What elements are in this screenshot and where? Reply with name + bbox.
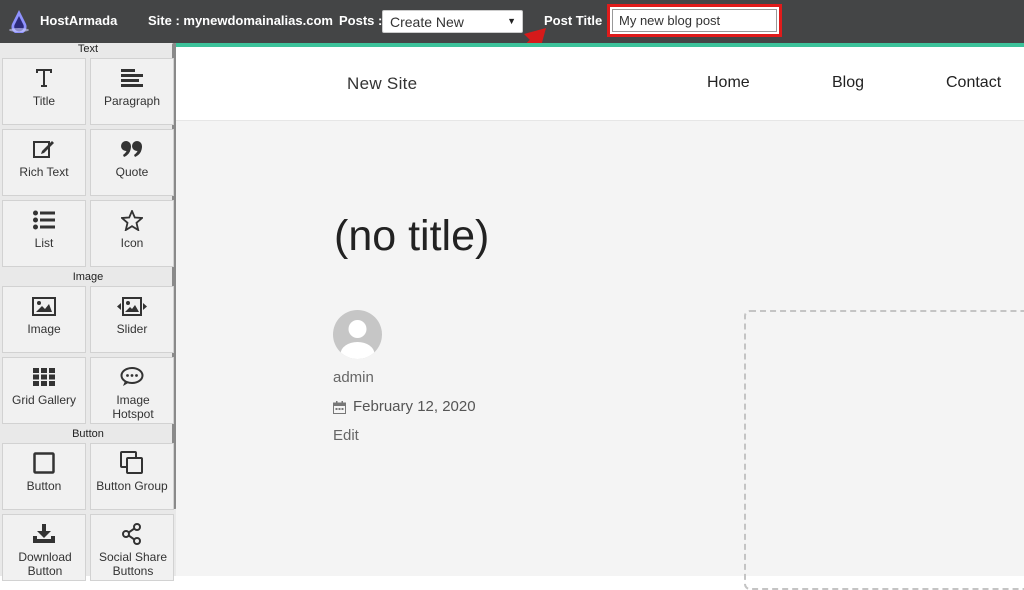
widget-label: Icon <box>120 236 144 250</box>
widget-list[interactable]: List <box>2 200 86 267</box>
paragraph-icon <box>121 69 143 87</box>
widget-label: Title <box>32 94 56 108</box>
widget-slider[interactable]: Slider <box>90 286 174 353</box>
widget-label: Rich Text <box>19 165 69 179</box>
widget-paragraph[interactable]: Paragraph <box>90 58 174 125</box>
widget-label: Download Button <box>18 550 72 578</box>
hostarmada-logo-icon <box>9 10 29 33</box>
grid-icon <box>33 368 55 386</box>
widget-grid-gallery[interactable]: Grid Gallery <box>2 357 86 424</box>
square-icon <box>33 452 55 474</box>
post-title-input[interactable] <box>612 9 777 32</box>
nav-blog[interactable]: Blog <box>832 74 864 92</box>
posts-select-value: Create New <box>390 14 464 30</box>
title-icon <box>36 69 52 87</box>
widget-label: Paragraph <box>103 94 161 108</box>
nav-home[interactable]: Home <box>707 74 750 92</box>
widget-title[interactable]: Title <box>2 58 86 125</box>
posts-label: Posts : <box>339 13 383 28</box>
section-label-button: Button <box>72 428 104 440</box>
widget-label: List <box>34 236 54 250</box>
widget-label: Image Hotspot <box>112 393 154 421</box>
post-title[interactable]: (no title) <box>334 212 489 261</box>
widget-download-button[interactable]: Download Button <box>2 514 86 581</box>
calendar-icon <box>333 401 346 414</box>
content-dropzone[interactable] <box>744 310 1024 590</box>
widget-button[interactable]: Button <box>2 443 86 510</box>
edit-link[interactable]: Edit <box>333 427 359 444</box>
post-title-highlight <box>607 4 782 37</box>
edit-icon <box>33 141 54 158</box>
widget-rich-text[interactable]: Rich Text <box>2 129 86 196</box>
post-author[interactable]: admin <box>333 369 374 386</box>
image-icon <box>32 296 56 316</box>
widget-social-share-buttons[interactable]: Social Share Buttons <box>90 514 174 581</box>
site-header <box>176 47 1024 121</box>
widget-label: Quote <box>115 165 149 179</box>
widget-image[interactable]: Image <box>2 286 86 353</box>
download-icon <box>33 524 55 543</box>
star-icon <box>121 209 143 231</box>
avatar <box>333 310 382 359</box>
slider-icon <box>117 296 147 316</box>
post-date: February 12, 2020 <box>353 398 476 415</box>
widget-label: Button <box>26 479 62 493</box>
brand-name: HostArmada <box>40 13 118 28</box>
list-icon <box>33 210 55 230</box>
widget-icon[interactable]: Icon <box>90 200 174 267</box>
site-name[interactable]: New Site <box>347 74 417 94</box>
widget-quote[interactable]: Quote <box>90 129 174 196</box>
copy-icon <box>120 451 143 474</box>
widget-label: Social Share Buttons <box>98 550 168 578</box>
user-icon <box>340 320 375 359</box>
widget-image-hotspot[interactable]: Image Hotspot <box>90 357 174 424</box>
widget-label: Image <box>27 322 61 336</box>
widget-label: Button Group <box>96 479 168 493</box>
quote-icon <box>121 141 142 157</box>
widget-button-group[interactable]: Button Group <box>90 443 174 510</box>
widget-label: Grid Gallery <box>11 393 76 407</box>
share-icon <box>122 523 141 545</box>
widget-label: Slider <box>116 322 148 336</box>
site-label: Site : mynewdomainalias.com <box>148 13 333 28</box>
post-title-label: Post Title : <box>544 13 611 28</box>
nav-contact[interactable]: Contact <box>946 74 1001 92</box>
chevron-down-icon: ▼ <box>507 16 516 26</box>
comment-icon <box>120 367 144 386</box>
section-label-text: Text <box>77 43 99 55</box>
section-label-image: Image <box>72 271 104 283</box>
